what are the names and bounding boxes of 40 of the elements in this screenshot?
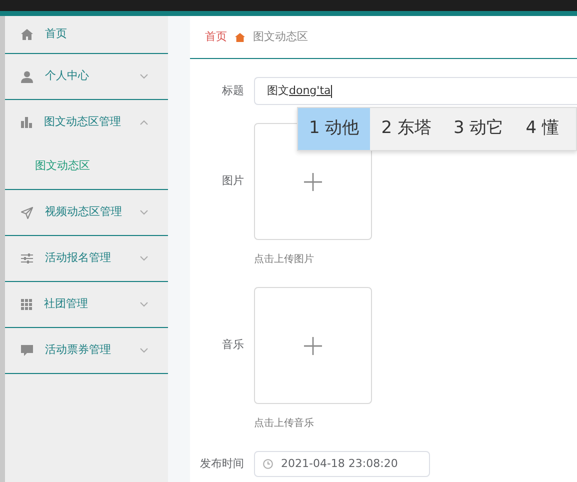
chat-bubble-icon [21, 345, 33, 356]
house-icon [235, 32, 245, 42]
datetime-field[interactable]: 2021-04-18 23:08:20 [254, 451, 430, 477]
paper-plane-icon [21, 206, 33, 218]
grid-icon [21, 299, 32, 310]
sidebar-item[interactable]: 活动票券管理 [5, 328, 168, 374]
sidebar-item[interactable]: 图文动态区管理 [5, 100, 168, 144]
sidebar-item[interactable]: 视频动态区管理 [5, 190, 168, 236]
sidebar-subitem[interactable]: 图文动态区 [5, 144, 168, 190]
field-label: 标题 [221, 82, 245, 99]
ime-candidate[interactable]: 3 动它 [442, 108, 515, 150]
field-label: 发布时间 [199, 456, 245, 472]
sidebar-item[interactable]: 首页 [5, 16, 168, 54]
upload-hint: 点击上传图片 [254, 252, 315, 267]
plus-icon [304, 336, 322, 354]
ime-candidate[interactable]: 4 懂 [514, 108, 570, 150]
field-label: 图片 [221, 173, 245, 189]
chevron-down-icon [140, 210, 148, 215]
plus-icon [304, 172, 322, 190]
sidebar-item[interactable]: 活动报名管理 [5, 236, 168, 282]
home-icon [21, 29, 33, 40]
sliders-icon [21, 253, 33, 264]
sidebar-item[interactable]: 社团管理 [5, 282, 168, 328]
breadcrumb-current: 图文动态区 [253, 28, 308, 45]
upload-box[interactable] [254, 287, 372, 404]
breadcrumb-link[interactable]: 首页 [205, 28, 227, 46]
upload-hint: 点击上传音乐 [254, 416, 315, 431]
bar-chart-icon [21, 116, 32, 128]
field-label: 音乐 [221, 337, 245, 353]
title-field[interactable]: 图文dong'ta [254, 77, 577, 105]
clock-icon [263, 459, 273, 469]
ime-candidate[interactable]: 1 动他 [298, 108, 370, 150]
chevron-down-icon [140, 302, 148, 307]
ime-candidate[interactable]: 2 东塔 [370, 108, 442, 150]
chevron-down-icon [140, 74, 148, 79]
sidebar-item[interactable]: 个人中心 [5, 54, 168, 100]
chevron-down-icon [140, 256, 148, 261]
person-icon [21, 70, 33, 82]
chevron-up-icon [140, 120, 148, 124]
chevron-down-icon [140, 348, 148, 353]
